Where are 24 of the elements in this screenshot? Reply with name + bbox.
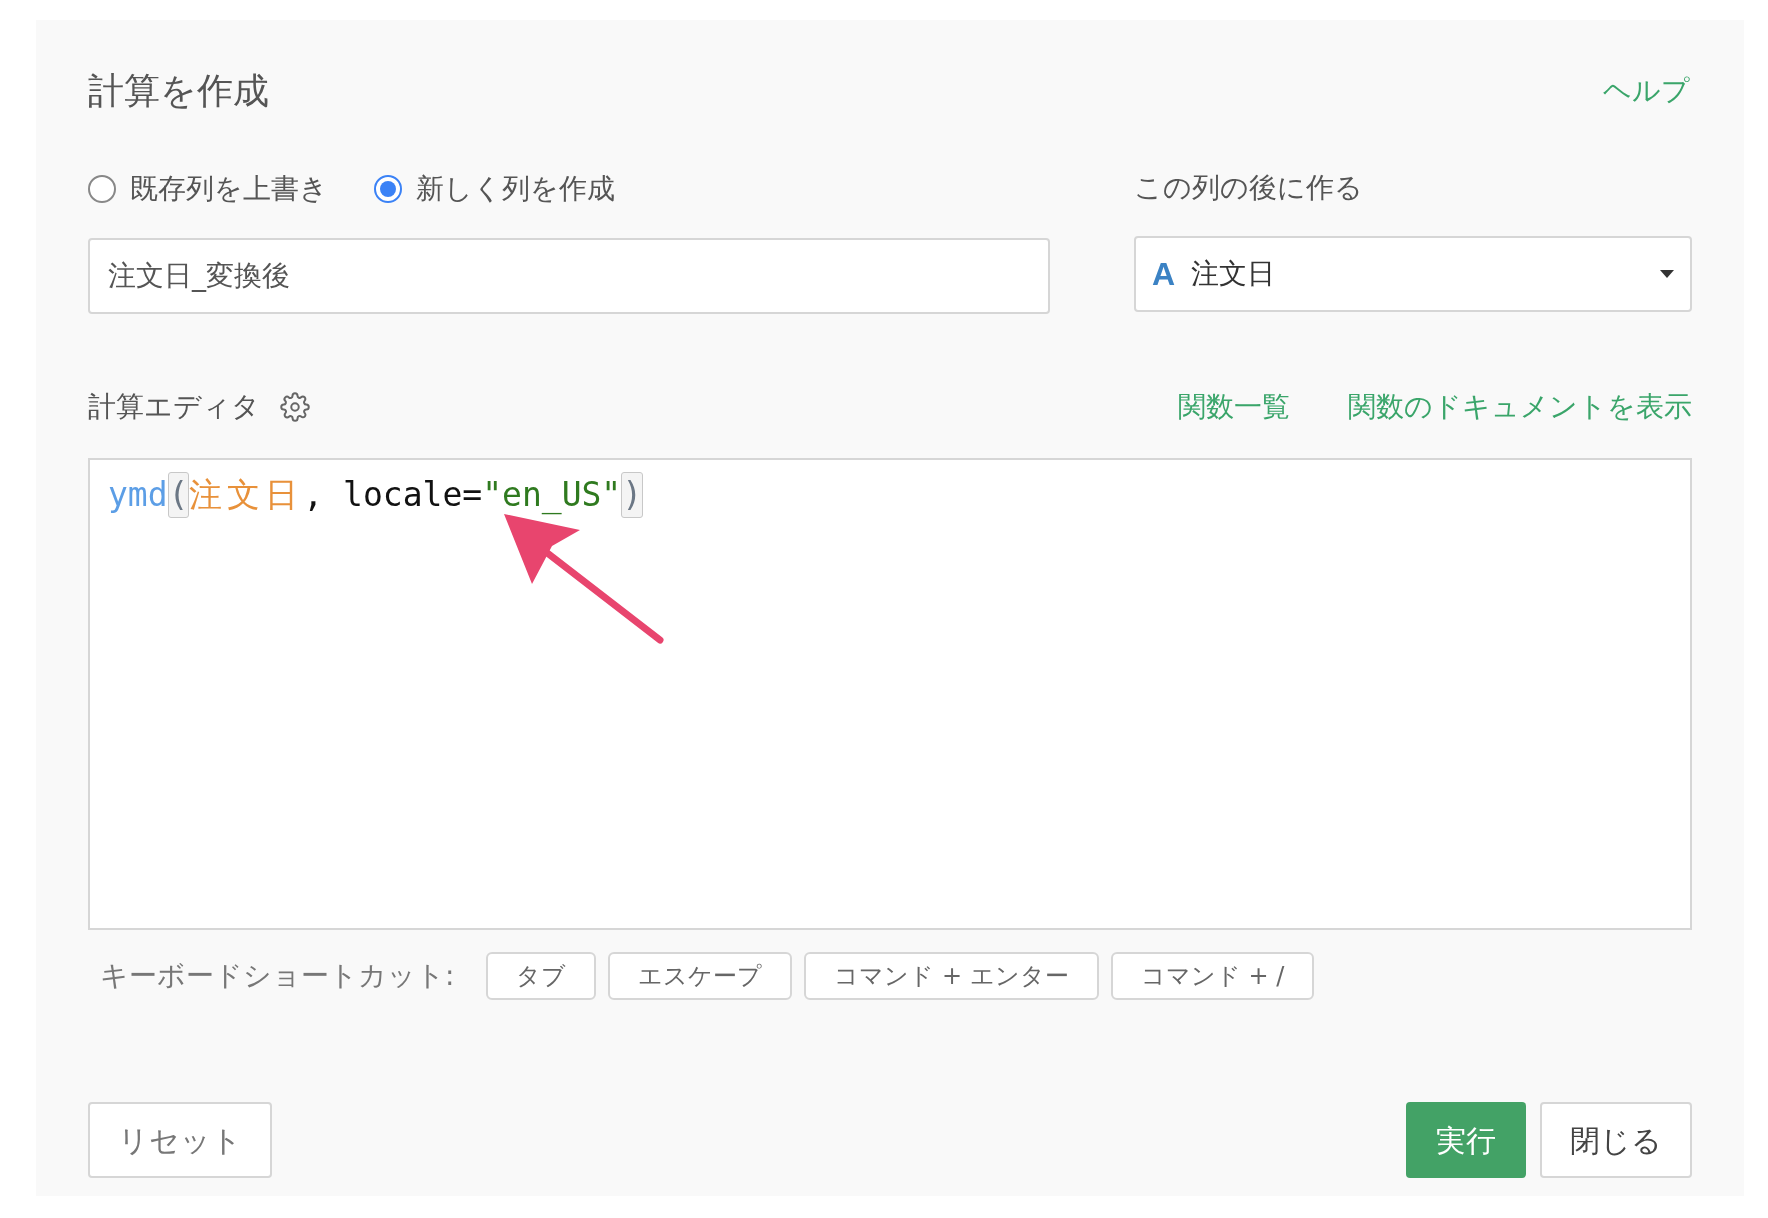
settings-icon[interactable] xyxy=(280,392,310,422)
dialog-title: 計算を作成 xyxy=(88,69,269,113)
shortcut-key: コマンド + / xyxy=(1110,952,1315,1000)
column-dropdown[interactable]: A 注文日 xyxy=(1134,236,1692,312)
shortcut-key: エスケープ xyxy=(608,952,793,1000)
code-token: , locale= xyxy=(303,474,483,516)
editor-label: 計算エディタ xyxy=(88,389,260,425)
code-token: 注文日 xyxy=(189,474,304,516)
code-token: ) xyxy=(621,472,644,518)
code-token: ymd xyxy=(108,474,168,516)
code-editor[interactable]: ymd(注文日, locale="en_US") xyxy=(88,458,1692,930)
radio-option[interactable]: 既存列を上書き xyxy=(88,168,328,210)
code-token: "en_US" xyxy=(482,474,622,517)
radio-option[interactable]: 新しく列を作成 xyxy=(374,168,615,210)
column-name-field[interactable]: 注文日_変換後 xyxy=(88,238,1050,314)
shortcuts-label: キーボードショートカット: xyxy=(100,958,455,994)
close-button[interactable]: 閉じる xyxy=(1540,1102,1692,1178)
caret-icon xyxy=(1660,270,1674,278)
insert-after-label: この列の後に作る xyxy=(1134,170,1364,206)
code-token: ( xyxy=(167,472,190,518)
shortcut-key: コマンド + エンター xyxy=(804,952,1099,1000)
text-type-icon: A xyxy=(1152,250,1176,298)
shortcut-key: タブ xyxy=(486,952,597,1000)
reset-button[interactable]: リセット xyxy=(88,1102,272,1178)
